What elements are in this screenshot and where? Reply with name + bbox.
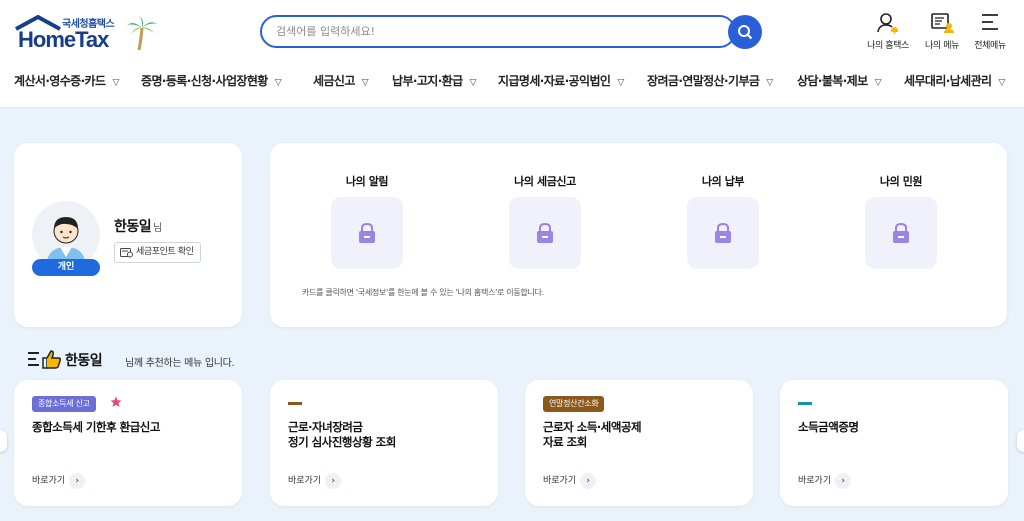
- all-menu-button[interactable]: 전체메뉴: [962, 12, 1018, 52]
- recommend-card[interactable]: 종합소득세 신고 종합소득세 기한후 환급신고 바로가기 ›: [14, 380, 242, 506]
- chevron-right-icon: ›: [835, 473, 852, 489]
- header: 국세청홈택스 HomeTax 나의 홈택스 나의 메뉴 전체메뉴 계산서·영수증…: [0, 0, 1024, 108]
- chevron-down-icon: ▽: [874, 78, 882, 88]
- logo-text: HomeTax: [18, 27, 109, 52]
- recommend-card-title: 소득금액증명: [798, 420, 859, 434]
- chevron-down-icon: ▽: [274, 78, 282, 88]
- gnb-item-invoice[interactable]: 계산서·영수증·카드 ▽: [14, 72, 119, 89]
- lock-icon: [359, 222, 375, 243]
- chevron-down-icon: ▽: [998, 78, 1005, 88]
- accent-bar: [798, 402, 812, 405]
- recommend-card-title: 근로·자녀장려금 정기 심사진행상황 조회: [288, 420, 396, 449]
- star-icon: [110, 396, 122, 407]
- hamburger-icon: [982, 14, 998, 30]
- recommend-card-title: 근로자 소득·세액공제 자료 조회: [543, 420, 642, 449]
- recommend-card[interactable]: 소득금액증명 바로가기 ›: [780, 380, 1008, 506]
- util-label: 전체메뉴: [974, 41, 1006, 51]
- recommend-title: 한동일 님께 추천하는 메뉴 입니다.: [27, 349, 235, 369]
- carousel-prev-button[interactable]: [0, 430, 7, 452]
- go-link[interactable]: 바로가기 ›: [798, 473, 852, 489]
- recommend-card-title: 종합소득세 기한후 환급신고: [32, 420, 160, 434]
- gnb-item-consult[interactable]: 상담·불복·제보 ▽: [797, 72, 882, 89]
- my-tax-report-item[interactable]: 나의 세금신고: [495, 173, 595, 269]
- search-box: [260, 15, 736, 48]
- lock-box: [509, 197, 581, 269]
- main-navigation: 계산서·영수증·카드 ▽ 증명·등록·신청·사업장현황 ▽ 세금신고 ▽ 납부·고지·…: [0, 66, 1024, 94]
- chevron-right-icon: ›: [69, 473, 86, 489]
- chevron-down-icon: ▽: [112, 78, 119, 88]
- go-link[interactable]: 바로가기 ›: [32, 473, 86, 489]
- lock-box: [331, 197, 403, 269]
- gnb-item-statement[interactable]: 지급명세·자료·공익법인 ▽: [498, 72, 624, 89]
- lock-icon: [715, 222, 731, 243]
- chevron-down-icon: ▽: [361, 78, 369, 88]
- tax-point-button[interactable]: 세금포인트 확인: [114, 242, 201, 263]
- recommend-card[interactable]: 근로·자녀장려금 정기 심사진행상황 조회 바로가기 ›: [270, 380, 498, 506]
- category-tag: 종합소득세 신고: [32, 396, 96, 412]
- user-type-badge: 개인: [32, 259, 100, 276]
- carousel-next-button[interactable]: [1017, 430, 1024, 452]
- gnb-item-payment[interactable]: 납부·고지·환급 ▽: [392, 72, 477, 89]
- my-hometax-button[interactable]: 나의 홈택스: [860, 12, 916, 52]
- accent-bar: [288, 402, 302, 405]
- profile-name: 한동일 님: [114, 219, 162, 235]
- search-icon: [738, 25, 753, 40]
- lock-icon: [893, 222, 909, 243]
- user-bell-icon: [877, 13, 898, 34]
- gnb-item-agent[interactable]: 세무대리·납세관리 ▽: [904, 72, 1005, 89]
- palm-tree-icon: [127, 16, 157, 51]
- my-payment-item[interactable]: 나의 납부: [673, 173, 773, 269]
- gnb-item-tax-report[interactable]: 세금신고 ▽: [313, 72, 369, 89]
- lock-box: [865, 197, 937, 269]
- my-hometax-card[interactable]: 나의 알림 나의 세금신고 나의 납부 나의 민원 카드를 클릭하면 '국세정보…: [270, 143, 1007, 327]
- profile-card: 개인 한동일 님 세금포인트 확인: [14, 143, 242, 327]
- search-input[interactable]: [262, 17, 702, 46]
- lock-icon: [537, 222, 553, 243]
- lock-box: [687, 197, 759, 269]
- chevron-right-icon: ›: [325, 473, 342, 489]
- chevron-down-icon: ▽: [469, 78, 477, 88]
- go-link[interactable]: 바로가기 ›: [543, 473, 597, 489]
- search-button[interactable]: [728, 15, 762, 49]
- category-tag: 연말정산간소화: [543, 396, 605, 412]
- my-hometax-note: 카드를 클릭하면 '국세정보'를 한눈에 볼 수 있는 '나의 홈택스'로 이동…: [302, 288, 544, 297]
- gnb-item-incentive[interactable]: 장려금·연말정산·기부금 ▽: [647, 72, 773, 89]
- hometax-logo[interactable]: 국세청홈택스 HomeTax: [14, 14, 159, 54]
- my-alarm-item[interactable]: 나의 알림: [317, 173, 417, 269]
- chevron-right-icon: ›: [580, 473, 597, 489]
- my-menu-icon: [931, 13, 954, 33]
- recommend-card[interactable]: 연말정산간소화 근로자 소득·세액공제 자료 조회 바로가기 ›: [525, 380, 753, 506]
- menu-thumbs-up-icon: [28, 350, 62, 369]
- wallet-icon: [120, 248, 133, 258]
- chevron-down-icon: ▽: [617, 78, 624, 88]
- util-label: 나의 홈택스: [867, 41, 909, 51]
- my-civil-item[interactable]: 나의 민원: [851, 173, 951, 269]
- gnb-item-certificate[interactable]: 증명·등록·신청·사업장현황 ▽: [141, 72, 282, 89]
- chevron-down-icon: ▽: [766, 78, 773, 88]
- go-link[interactable]: 바로가기 ›: [288, 473, 342, 489]
